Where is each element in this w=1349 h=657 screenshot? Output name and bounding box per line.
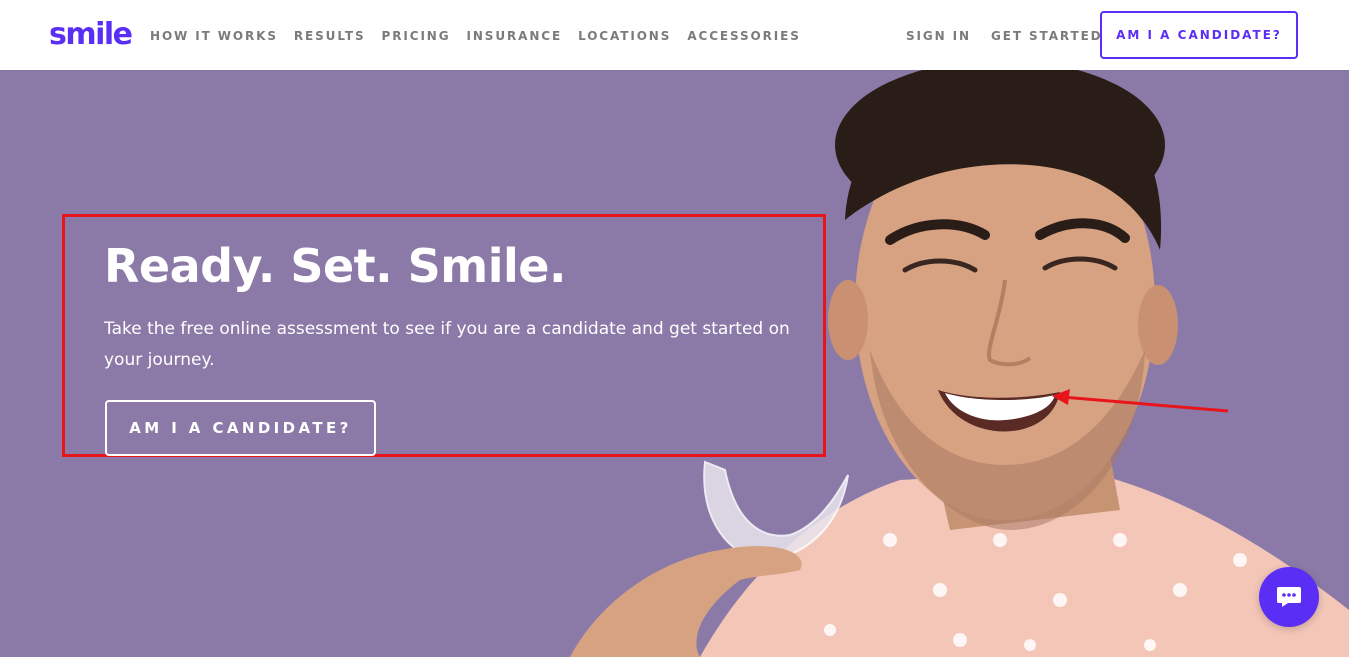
nav-pricing[interactable]: PRICING <box>382 27 451 45</box>
nav-locations[interactable]: LOCATIONS <box>578 27 671 45</box>
nav-insurance[interactable]: INSURANCE <box>467 27 563 45</box>
smile-logo[interactable]: smile <box>49 17 133 53</box>
hero-candidate-button[interactable]: AM I A CANDIDATE? <box>105 400 376 456</box>
sign-in-link[interactable]: SIGN IN <box>906 27 971 45</box>
header-candidate-button[interactable]: AM I A CANDIDATE? <box>1100 11 1298 59</box>
chat-button[interactable] <box>1259 567 1319 627</box>
account-nav: SIGN IN GET STARTED <box>906 27 1103 45</box>
hero-title: Ready. Set. Smile. <box>104 239 566 293</box>
chat-bubble-icon <box>1277 587 1301 607</box>
hero-subtitle: Take the free online assessment to see i… <box>104 319 790 370</box>
site-header: smile HOW IT WORKS RESULTS PRICING INSUR… <box>0 0 1349 70</box>
nav-how-it-works[interactable]: HOW IT WORKS <box>150 27 278 45</box>
main-nav: HOW IT WORKS RESULTS PRICING INSURANCE L… <box>150 27 801 45</box>
nav-accessories[interactable]: ACCESSORIES <box>687 27 801 45</box>
get-started-link[interactable]: GET STARTED <box>991 27 1103 45</box>
nav-results[interactable]: RESULTS <box>294 27 366 45</box>
